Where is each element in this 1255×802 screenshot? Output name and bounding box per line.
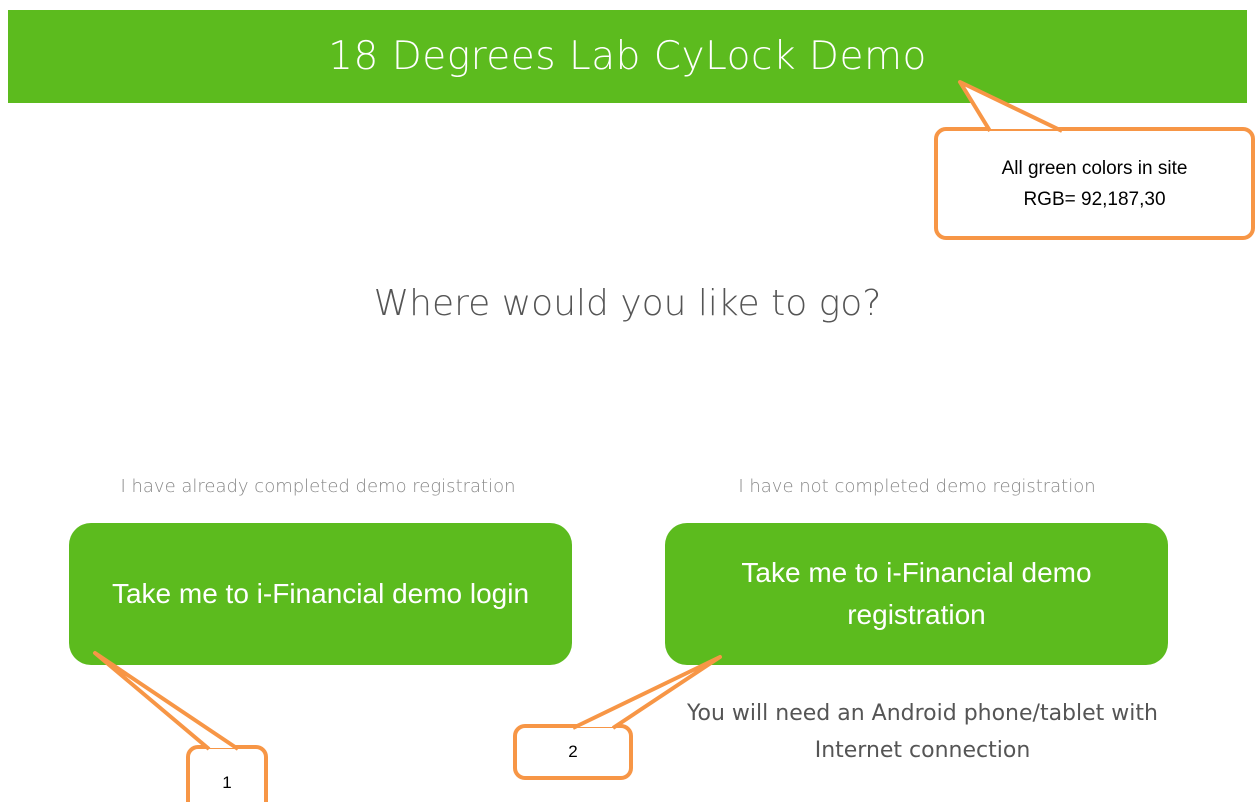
marker-2-callout: 2 bbox=[513, 724, 633, 780]
marker-1-callout: 1 bbox=[186, 745, 268, 802]
marker-2-label: 2 bbox=[568, 742, 578, 761]
color-callout: All green colors in site RGB= 92,187,30 bbox=[934, 127, 1255, 240]
color-callout-line2: RGB= 92,187,30 bbox=[1023, 189, 1166, 210]
demo-login-button-label: Take me to i-Financial demo login bbox=[111, 578, 530, 609]
login-hint: I have already completed demo registrati… bbox=[120, 476, 516, 497]
header-bar: 18 Degrees Lab CyLock Demo bbox=[8, 10, 1247, 103]
page-heading: Where would you like to go? bbox=[373, 283, 882, 324]
demo-registration-button[interactable]: Take me to i-Financial demo registration bbox=[665, 523, 1168, 665]
page: 18 Degrees Lab CyLock Demo Where would y… bbox=[0, 0, 1255, 802]
color-callout-line1: All green colors in site bbox=[1001, 158, 1188, 179]
marker-1-pointer bbox=[93, 651, 240, 751]
callout-pointers bbox=[93, 80, 1063, 751]
marker-1-label: 1 bbox=[222, 773, 232, 792]
site-title: 18 Degrees Lab CyLock Demo bbox=[328, 34, 927, 79]
android-requirement-note: You will need an Android phone/tablet wi… bbox=[687, 701, 1158, 763]
demo-registration-button-label: Take me to i-Financial demo registration bbox=[741, 557, 1092, 630]
registration-hint: I have not completed demo registration bbox=[738, 476, 1096, 497]
demo-login-button[interactable]: Take me to i-Financial demo login bbox=[69, 523, 572, 665]
